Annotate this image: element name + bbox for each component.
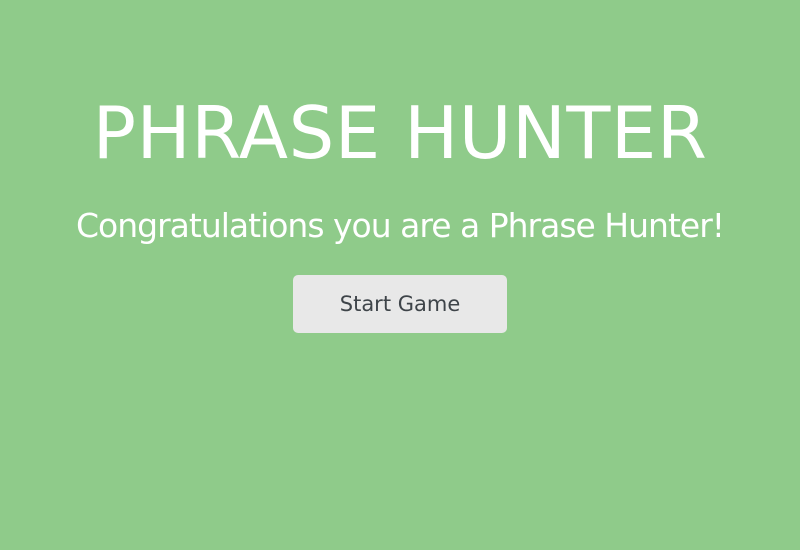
start-game-button[interactable]: Start Game bbox=[293, 275, 507, 333]
game-screen: { "app": { "title": "PHRASE HUNTER" }, "… bbox=[0, 0, 800, 550]
game-over-message: Congratulations you are a Phrase Hunter! bbox=[76, 206, 725, 245]
start-overlay: PHRASE HUNTER Congratulations you are a … bbox=[0, 0, 800, 550]
game-title: PHRASE HUNTER bbox=[92, 91, 708, 175]
